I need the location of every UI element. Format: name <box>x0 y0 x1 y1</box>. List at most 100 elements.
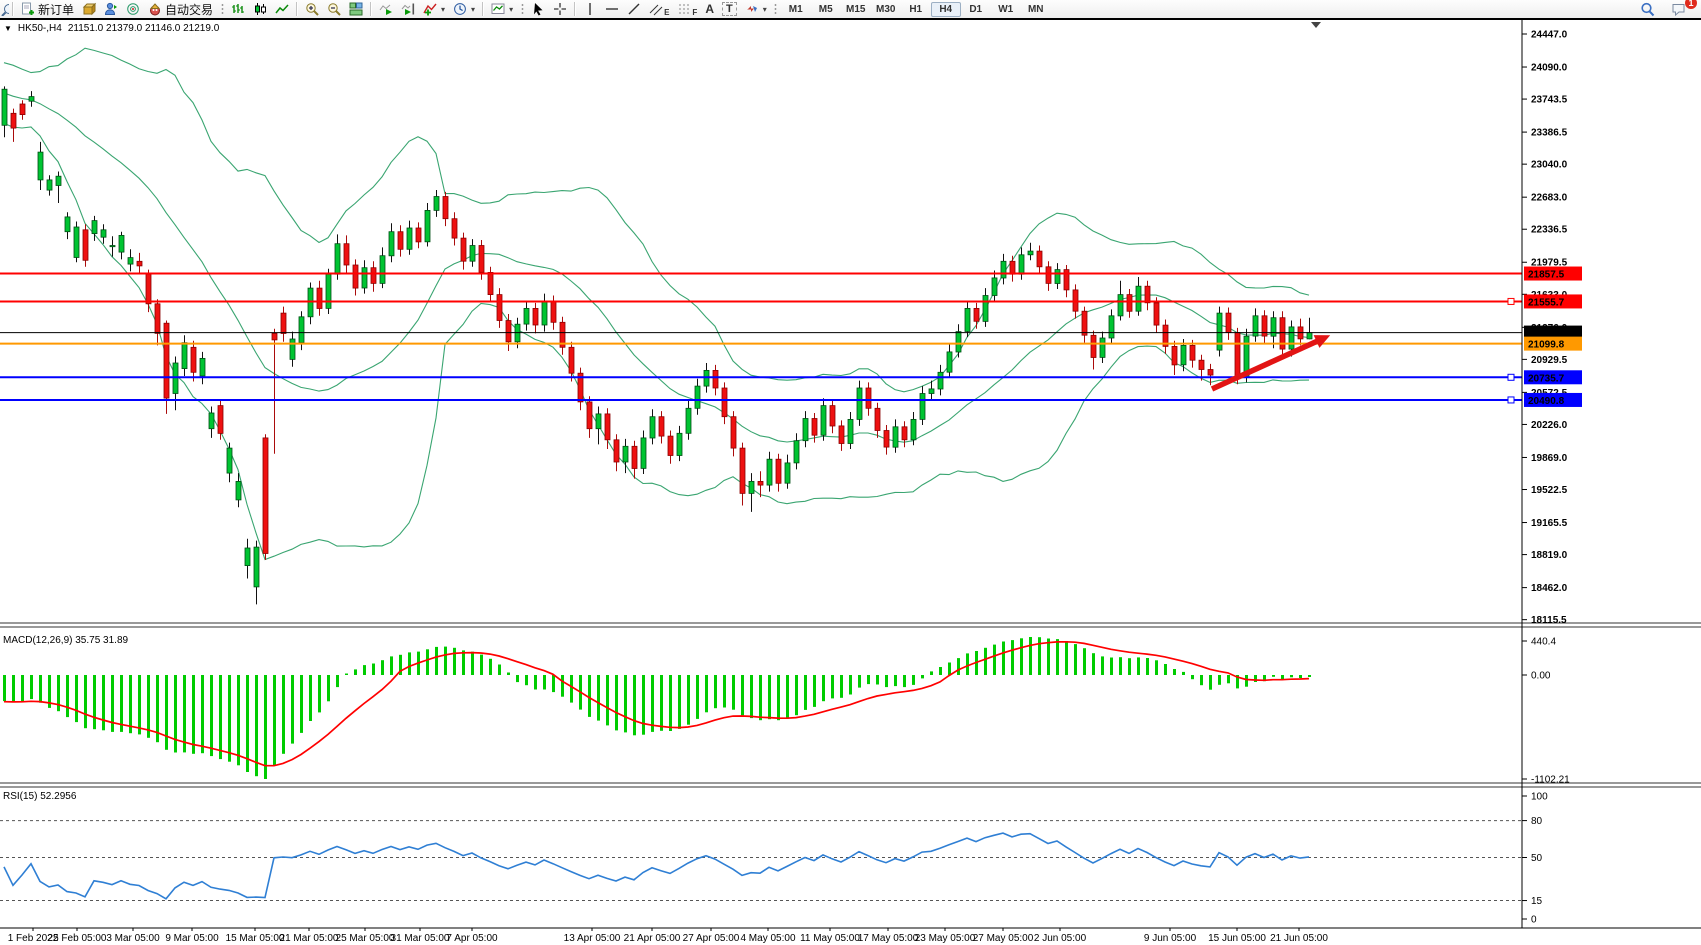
notifications-button[interactable]: 1 <box>1667 1 1691 17</box>
candle <box>290 332 295 367</box>
new-order-button[interactable]: 新订单 <box>17 1 78 17</box>
new-order-icon <box>21 2 35 16</box>
zoom-in-icon <box>305 2 319 16</box>
text-tool-button[interactable]: A <box>701 1 718 17</box>
candle <box>1154 297 1159 332</box>
time-axis-label: 21 Mar 05:00 <box>280 933 339 944</box>
candle <box>425 203 430 247</box>
line-chart-mode-button[interactable] <box>271 1 293 17</box>
bollinger-lower <box>4 123 1309 559</box>
trendline-icon <box>627 2 641 16</box>
candle <box>560 317 565 355</box>
crosshair-tool-button[interactable] <box>549 1 571 17</box>
timeframe-m5[interactable]: M5 <box>811 2 841 17</box>
candle <box>191 341 196 382</box>
auto-scroll-button[interactable] <box>375 1 397 17</box>
fibonacci-letter: F <box>692 8 697 17</box>
chart-shift-marker[interactable] <box>1311 22 1321 28</box>
symbol-dropdown-icon[interactable]: ▼ <box>4 24 12 33</box>
hline-handle[interactable] <box>1508 397 1514 403</box>
tile-windows-button[interactable] <box>345 1 367 17</box>
candle <box>1001 254 1006 285</box>
candle <box>1298 319 1303 346</box>
timeframe-mn[interactable]: MN <box>1021 2 1051 17</box>
candle <box>1109 309 1114 343</box>
line-chart-icon <box>275 2 289 16</box>
hline-handle[interactable] <box>1508 374 1514 380</box>
candle <box>209 407 214 438</box>
signals-button[interactable] <box>122 1 144 17</box>
timeframe-m30[interactable]: M30 <box>871 2 901 17</box>
profile-button[interactable] <box>100 1 122 17</box>
vertical-line-tool-button[interactable] <box>579 1 601 17</box>
candle <box>1145 281 1150 311</box>
search-button[interactable] <box>1636 1 1659 17</box>
periods-button[interactable]: ▾ <box>449 1 479 17</box>
zoom-in-button[interactable] <box>301 1 323 17</box>
fibonacci-tool-button[interactable]: F <box>673 1 701 17</box>
candle <box>1172 341 1177 375</box>
symbol-title: HK50-,H4 <box>18 23 62 34</box>
candle <box>263 434 268 560</box>
indicators-button[interactable]: ▾ <box>419 1 449 17</box>
price-axis-tick: 23040.0 <box>1531 160 1568 171</box>
search-icon <box>1640 2 1655 17</box>
zoom-out-button[interactable] <box>323 1 345 17</box>
candle <box>1307 318 1312 340</box>
market-watch-button[interactable] <box>78 1 100 17</box>
candle <box>434 190 439 217</box>
candle <box>254 541 259 605</box>
candle <box>398 225 403 256</box>
toolbar-drag-handle[interactable] <box>520 2 524 16</box>
timeframe-h4[interactable]: H4 <box>931 2 961 17</box>
label-tool-button[interactable]: T <box>718 1 741 17</box>
chart-shift-button[interactable] <box>397 1 419 17</box>
candle <box>461 233 466 270</box>
candle <box>1217 307 1222 357</box>
candlestick-mode-button[interactable] <box>249 1 271 17</box>
symbol-info-bar: ▼ HK50-,H4 21151.0 21379.0 21146.0 21219… <box>4 23 219 34</box>
candle <box>659 411 664 443</box>
arrows-tool-button[interactable]: ▾ <box>741 1 771 17</box>
timeframe-d1[interactable]: D1 <box>961 2 991 17</box>
price-badge-text: 21099.8 <box>1528 340 1565 351</box>
chart-canvas[interactable]: 24447.024090.023743.523386.523040.022683… <box>0 19 1701 945</box>
templates-button[interactable]: ▾ <box>487 1 517 17</box>
time-axis-label: 15 Jun 05:00 <box>1208 933 1266 944</box>
auto-trading-button[interactable]: 自动交易 <box>144 1 217 17</box>
rsi-axis-tick: 100 <box>1531 792 1548 803</box>
candle <box>272 329 277 454</box>
candle <box>938 365 943 396</box>
rsi-axis-tick: 80 <box>1531 816 1543 827</box>
candle <box>380 247 385 288</box>
candle <box>632 441 637 479</box>
auto-trading-icon <box>148 2 162 16</box>
cursor-tool-button[interactable] <box>527 1 549 17</box>
candle <box>974 303 979 329</box>
candle <box>155 299 160 345</box>
candle <box>956 324 961 357</box>
channel-tool-button[interactable]: E <box>645 1 673 17</box>
timeframe-m15[interactable]: M15 <box>841 2 871 17</box>
timeframe-m1[interactable]: M1 <box>781 2 811 17</box>
timeframe-h1[interactable]: H1 <box>901 2 931 17</box>
trendline-tool-button[interactable] <box>623 1 645 17</box>
toolbar-drag-handle[interactable] <box>220 2 224 16</box>
candle <box>641 431 646 475</box>
horizontal-line-tool-button[interactable] <box>601 1 623 17</box>
hline-handle[interactable] <box>1508 298 1514 304</box>
candle <box>1253 308 1258 341</box>
separator <box>12 2 14 16</box>
candle <box>218 399 223 440</box>
time-axis-label: 31 Mar 05:00 <box>391 933 450 944</box>
channel-icon <box>649 2 663 16</box>
bar-chart-mode-button[interactable] <box>227 1 249 17</box>
candle <box>29 91 34 107</box>
toolbar-drag-handle[interactable] <box>774 2 778 16</box>
window-icon[interactable] <box>0 1 9 17</box>
candle <box>767 452 772 492</box>
price-axis-tick: 20226.0 <box>1531 420 1568 431</box>
candle <box>1046 261 1051 291</box>
auto-scroll-icon <box>379 2 393 16</box>
timeframe-w1[interactable]: W1 <box>991 2 1021 17</box>
